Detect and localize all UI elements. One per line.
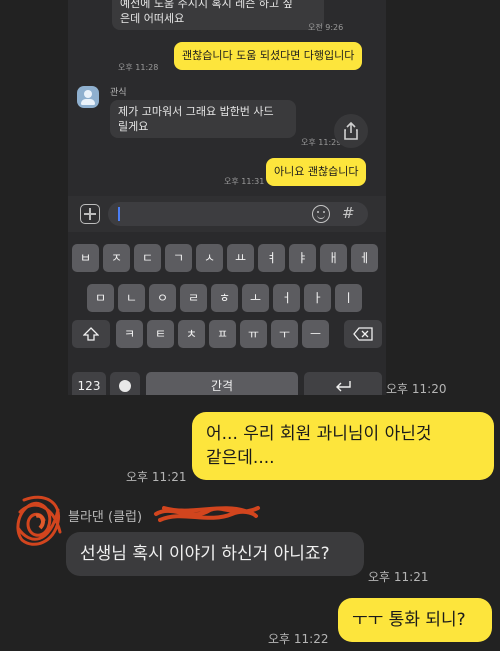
shift-icon[interactable] [72,320,110,348]
message-time: 오후 11:21 [126,470,187,484]
message-time: 오후 11:21 [368,570,429,584]
avatar-icon [77,86,99,108]
message-input-bar: # [68,196,386,232]
received-message-bubble: 선생님 혹시 이야기 하신거 아니죠? [66,532,364,576]
numbers-key[interactable]: 123 [72,372,106,395]
backspace-icon[interactable] [344,320,382,348]
key-row2[interactable]: ㅇ [149,284,176,312]
message-time: 오후 11:28 [118,63,159,72]
sender-name: 블라댄 (클럽) [68,510,143,525]
key-row3[interactable]: ㅠ [240,320,267,348]
key-row2[interactable]: ㅣ [335,284,362,312]
sender-name: 관식 [110,88,127,98]
key-row1[interactable]: ㅛ [227,244,254,272]
key-row3[interactable]: ㅋ [116,320,143,348]
emoji-key[interactable] [110,372,140,395]
embedded-chat-screenshot: 예전에 도움 주시지 혹시 레슨 하고 싶 은데 어떠세요 오전 9:26 오후… [68,0,386,395]
sent-message-line2: 같은데.... [206,448,275,468]
sent-message-bubble: ㅜㅜ 통화 되니? [338,598,492,642]
partial-message-line1: 예전에 도움 주시지 혹시 레슨 하고 싶 [120,0,293,10]
received-message-line2: 릴게요 [118,120,149,133]
key-row1[interactable]: ㅐ [320,244,347,272]
key-row3[interactable]: ㅌ [147,320,174,348]
avatar [14,492,66,552]
received-message-bubble: 제가 고마워서 그래요 밥한번 사드 릴게요 [110,100,296,138]
partial-message-bubble: 예전에 도움 주시지 혹시 레슨 하고 싶 은데 어떠세요 [112,0,324,30]
sent-message-bubble: 어... 우리 회원 과니님이 아닌것 같은데.... [192,412,494,480]
emoji-icon[interactable] [312,205,330,223]
sent-message-bubble: 괜찮습니다 도움 되셨다면 다행입니다 [174,42,363,70]
key-row1[interactable]: ㅈ [103,244,130,272]
key-row1[interactable]: ㄱ [165,244,192,272]
key-row2[interactable]: ㅓ [273,284,300,312]
key-row1[interactable]: ㅑ [289,244,316,272]
key-row1[interactable]: ㅅ [196,244,223,272]
share-icon[interactable] [334,114,368,148]
key-row2[interactable]: ㅎ [211,284,238,312]
return-icon[interactable] [304,372,382,395]
key-row2[interactable]: ㄹ [180,284,207,312]
key-row3[interactable]: ㅍ [209,320,236,348]
key-row3[interactable]: ㅜ [271,320,298,348]
key-row2[interactable]: ㅗ [242,284,269,312]
received-message-line1: 제가 고마워서 그래요 밥한번 사드 [118,105,274,118]
key-row1[interactable]: ㅔ [351,244,378,272]
text-caret [118,207,120,221]
message-time: 오후 11:22 [268,632,329,646]
key-row2[interactable]: ㄴ [118,284,145,312]
sent-message-line1: 어... 우리 회원 과니님이 아닌것 [206,424,432,444]
keyboard: ㅂㅈㄷㄱㅅㅛㅕㅑㅐㅔ ㅁㄴㅇㄹㅎㅗㅓㅏㅣ ㅋㅌㅊㅍㅠㅜㅡ 123 간격 [68,232,386,395]
message-input[interactable]: # [108,202,368,226]
key-row1[interactable]: ㄷ [134,244,161,272]
space-key[interactable]: 간격 [146,372,298,395]
key-row3[interactable]: ㅡ [302,320,329,348]
key-row2[interactable]: ㅁ [87,284,114,312]
key-row1[interactable]: ㅂ [72,244,99,272]
key-row1[interactable]: ㅕ [258,244,285,272]
key-row3[interactable]: ㅊ [178,320,205,348]
plus-icon[interactable] [80,204,100,224]
message-time: 오전 9:26 [308,23,344,32]
hashtag-button[interactable]: # [342,204,355,222]
message-time: 오후 11:31 [224,177,265,186]
partial-message-line2: 은데 어떠세요 [120,12,185,25]
sent-message-bubble: 아니요 괜찮습니다 [266,158,367,186]
key-row2[interactable]: ㅏ [304,284,331,312]
message-time: 오후 11:20 [386,382,447,396]
scribble-redaction [152,500,262,526]
